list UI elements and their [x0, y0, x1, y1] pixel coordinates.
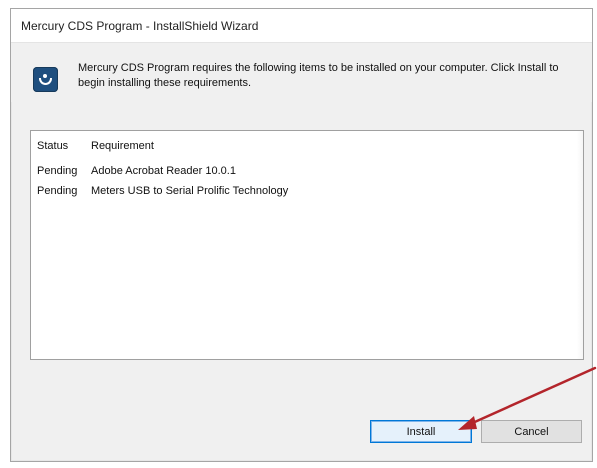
requirement-name: Meters USB to Serial Prolific Technology	[91, 185, 289, 197]
screenshot-canvas: Mercury CDS Program - InstallShield Wiza…	[0, 0, 597, 468]
requirement-status: Pending	[37, 185, 78, 197]
installshield-wizard-dialog: Mercury CDS Program - InstallShield Wiza…	[10, 8, 593, 462]
window-title: Mercury CDS Program - InstallShield Wiza…	[21, 19, 259, 33]
requirement-name: Adobe Acrobat Reader 10.0.1	[91, 165, 236, 177]
requirement-row[interactable]: Pending Meters USB to Serial Prolific Te…	[37, 185, 575, 203]
window-titlebar: Mercury CDS Program - InstallShield Wiza…	[11, 9, 592, 43]
status-column-header: Status	[37, 140, 69, 152]
requirement-column-header: Requirement	[91, 140, 154, 152]
install-button-label: Install	[406, 425, 436, 438]
requirements-list-header: Status Requirement	[37, 140, 575, 158]
cancel-button[interactable]: Cancel	[481, 420, 582, 443]
requirements-list[interactable]: Status Requirement Pending Adobe Acrobat…	[30, 130, 584, 360]
requirement-row[interactable]: Pending Adobe Acrobat Reader 10.0.1	[37, 165, 575, 183]
cancel-button-label: Cancel	[514, 425, 549, 438]
installer-app-icon	[33, 67, 58, 92]
install-button[interactable]: Install	[370, 420, 472, 443]
requirements-header: Mercury CDS Program requires the followi…	[11, 43, 592, 102]
list-right-edge	[577, 131, 583, 359]
requirement-status: Pending	[37, 165, 78, 177]
requirements-message: Mercury CDS Program requires the followi…	[78, 62, 559, 89]
